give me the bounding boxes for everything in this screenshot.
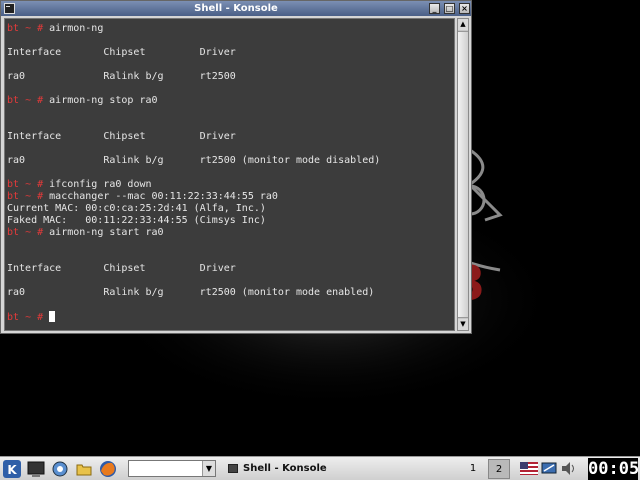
prompt-user: bt — [7, 95, 20, 106]
terminal-command: ifconfig ra0 down — [49, 179, 152, 190]
terminal-output-line: Interface Chipset Driver — [7, 47, 236, 58]
scroll-down-button[interactable]: ▼ — [458, 319, 468, 330]
volume-icon[interactable] — [560, 461, 578, 476]
close-button[interactable]: × — [459, 3, 470, 14]
prompt-symbol: ~ # — [19, 227, 50, 238]
taskbar: K ▼ Shell - Konsole 1 2 00:05 — [0, 456, 640, 480]
terminal-output-line: ra0 Ralink b/g rt2500 (monitor mode enab… — [7, 287, 375, 298]
prompt-user: bt — [7, 179, 20, 190]
settings-icon[interactable] — [50, 459, 70, 479]
prompt-symbol: ~ # — [19, 179, 50, 190]
terminal-icon — [228, 464, 238, 473]
scrollbar-thumb[interactable] — [458, 31, 468, 318]
prompt-symbol: ~ # — [19, 191, 50, 202]
scroll-up-button[interactable]: ▲ — [458, 19, 468, 30]
text-cursor — [49, 311, 56, 322]
terminal-output-line: Interface Chipset Driver — [7, 131, 236, 142]
terminal-prompt-line: bt ~ # — [7, 311, 380, 323]
firefox-icon[interactable] — [98, 459, 118, 479]
window-title: Shell - Konsole — [194, 3, 278, 14]
terminal-area[interactable]: bt ~ # airmon-ng Interface Chipset Driver… — [4, 18, 455, 331]
close-icon: × — [461, 4, 468, 13]
desktop-1-button[interactable]: 1 — [462, 459, 484, 479]
terminal-output-line: ra0 Ralink b/g rt2500 (monitor mode disa… — [7, 155, 381, 166]
terminal-prompt-line: bt ~ # airmon-ng — [7, 23, 380, 35]
terminal-output-line: ra0 Ralink b/g rt2500 — [7, 71, 236, 82]
task-button-konsole[interactable]: Shell - Konsole — [224, 459, 454, 479]
prompt-symbol: ~ # — [19, 23, 50, 34]
terminal-command: macchanger --mac 00:11:22:33:44:55 ra0 — [49, 191, 278, 202]
prompt-symbol: ~ # — [19, 312, 50, 323]
task-button-label: Shell - Konsole — [243, 463, 327, 474]
prompt-user: bt — [7, 23, 20, 34]
minimize-icon: _ — [432, 4, 437, 13]
terminal-command: airmon-ng start ra0 — [49, 227, 164, 238]
prompt-symbol: ~ # — [19, 95, 50, 106]
terminal-output-line: Interface Chipset Driver — [7, 263, 236, 274]
file-manager-icon[interactable] — [74, 459, 94, 479]
terminal-icon[interactable] — [4, 3, 15, 14]
terminal-prompt-line: bt ~ # macchanger --mac 00:11:22:33:44:5… — [7, 191, 380, 203]
prompt-user: bt — [7, 312, 20, 323]
terminal-prompt-line: bt ~ # airmon-ng stop ra0 — [7, 95, 380, 107]
maximize-button[interactable]: □ — [444, 3, 455, 14]
terminal-command: airmon-ng stop ra0 — [49, 95, 158, 106]
terminal-icon[interactable] — [26, 459, 46, 479]
terminal-prompt-line: bt ~ # ifconfig ra0 down — [7, 179, 380, 191]
konsole-window[interactable]: Shell - Konsole _ □ × bt ~ # airmon-ng In… — [0, 0, 472, 334]
minimize-button[interactable]: _ — [429, 3, 440, 14]
maximize-icon: □ — [445, 4, 454, 13]
arrow-down-icon: ▼ — [460, 320, 466, 328]
window-titlebar[interactable]: Shell - Konsole _ □ × — [1, 1, 471, 16]
arrow-up-icon: ▲ — [460, 20, 466, 28]
keyboard-layout-icon[interactable] — [520, 462, 538, 475]
prompt-user: bt — [7, 191, 20, 202]
svg-text:K: K — [7, 463, 17, 477]
prompt-user: bt — [7, 227, 20, 238]
desktop-2-button[interactable]: 2 — [488, 459, 510, 479]
terminal-prompt-line: bt ~ # airmon-ng start ra0 — [7, 227, 380, 239]
kde-menu-icon[interactable]: K — [2, 459, 22, 479]
clock[interactable]: 00:05 — [588, 458, 639, 480]
terminal-output-line: Faked MAC: 00:11:22:33:44:55 (Cimsys Inc… — [7, 215, 266, 226]
terminal-command: airmon-ng — [49, 23, 104, 34]
network-icon[interactable] — [541, 462, 557, 475]
chevron-down-icon[interactable]: ▼ — [202, 461, 215, 476]
taskbar-combo-box[interactable]: ▼ — [128, 460, 216, 477]
terminal-output-line: Current MAC: 00:c0:ca:25:2d:41 (Alfa, In… — [7, 203, 266, 214]
terminal-scrollbar[interactable]: ▲ ▼ — [457, 18, 469, 331]
terminal-output: bt ~ # airmon-ng Interface Chipset Driver… — [7, 23, 380, 323]
